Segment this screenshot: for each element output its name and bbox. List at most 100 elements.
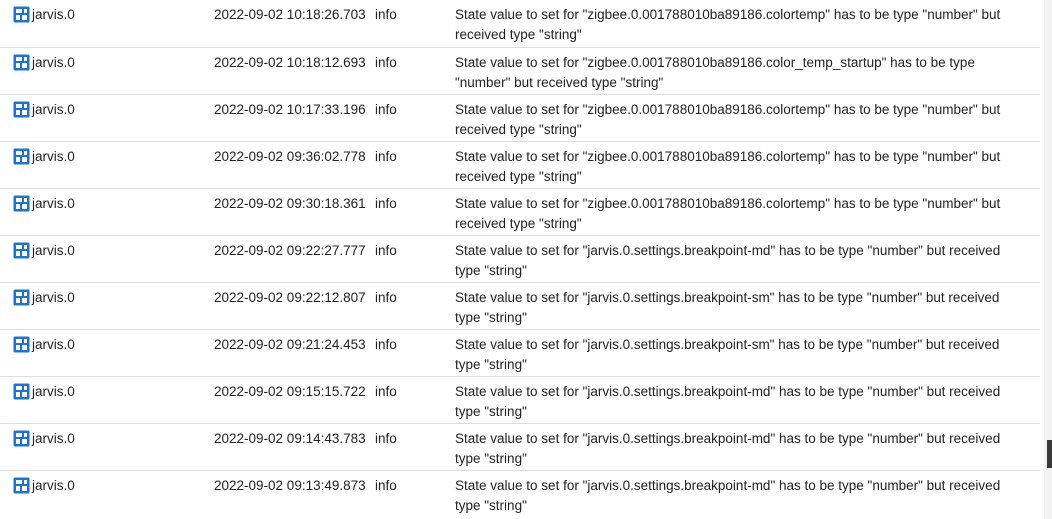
log-row[interactable]: jarvis.0 2022-09-02 09:36:02.778 info State…: [0, 141, 1040, 189]
adapter-icon: [13, 336, 30, 353]
log-table: jarvis.0 2022-09-02 10:18:26.703 info State…: [0, 0, 1040, 517]
log-timestamp-cell: 2022-09-02 10:18:26.703: [200, 0, 375, 48]
log-timestamp-cell: 2022-09-02 09:30:18.361: [200, 188, 375, 236]
log-source-cell: jarvis.0: [0, 0, 200, 48]
log-severity-cell: info: [375, 0, 455, 48]
log-row[interactable]: jarvis.0 2022-09-02 09:13:49.873 info State…: [0, 470, 1040, 517]
log-message: State value to set for "jarvis.0.setting…: [455, 242, 1001, 278]
log-message: State value to set for "zigbee.0.0017880…: [455, 7, 1001, 42]
log-severity: info: [375, 477, 397, 493]
log-severity-cell: info: [375, 141, 455, 189]
log-message-cell: State value to set for "jarvis.0.setting…: [455, 329, 1040, 377]
log-timestamp: 2022-09-02 09:21:24.453: [214, 336, 366, 352]
log-row[interactable]: jarvis.0 2022-09-02 09:21:24.453 info State…: [0, 329, 1040, 377]
log-severity: info: [375, 383, 397, 399]
log-source: jarvis.0: [32, 101, 75, 117]
log-severity-cell: info: [375, 329, 455, 377]
log-severity: info: [375, 101, 397, 117]
adapter-icon: [13, 101, 30, 118]
log-severity: info: [375, 289, 397, 305]
log-row[interactable]: jarvis.0 2022-09-02 10:18:12.693 info State…: [0, 47, 1040, 95]
log-severity-cell: info: [375, 235, 455, 283]
log-severity: info: [375, 7, 397, 22]
log-row[interactable]: jarvis.0 2022-09-02 09:30:18.361 info State…: [0, 188, 1040, 236]
log-severity: info: [375, 54, 397, 70]
adapter-icon: [13, 289, 30, 306]
adapter-icon: [13, 383, 30, 400]
log-source-cell: jarvis.0: [0, 282, 200, 330]
log-timestamp-cell: 2022-09-02 10:18:12.693: [200, 47, 375, 95]
log-message: State value to set for "zigbee.0.0017880…: [455, 101, 1001, 137]
log-source: jarvis.0: [32, 54, 75, 70]
log-timestamp-cell: 2022-09-02 09:21:24.453: [200, 329, 375, 377]
log-timestamp: 2022-09-02 09:22:27.777: [214, 242, 366, 258]
log-timestamp-cell: 2022-09-02 09:22:27.777: [200, 235, 375, 283]
adapter-icon: [13, 242, 30, 259]
log-message-cell: State value to set for "zigbee.0.0017880…: [455, 47, 1040, 95]
adapter-icon: [13, 6, 30, 23]
log-severity-cell: info: [375, 282, 455, 330]
log-message-cell: State value to set for "zigbee.0.0017880…: [455, 94, 1040, 142]
log-message-cell: State value to set for "jarvis.0.setting…: [455, 470, 1040, 517]
log-timestamp: 2022-09-02 09:15:15.722: [214, 383, 366, 399]
log-timestamp: 2022-09-02 09:30:18.361: [214, 195, 366, 211]
log-source: jarvis.0: [32, 148, 75, 164]
scrollbar-edge-mark: [1047, 440, 1052, 468]
log-message-cell: State value to set for "jarvis.0.setting…: [455, 282, 1040, 330]
adapter-icon: [13, 430, 30, 447]
log-severity-cell: info: [375, 188, 455, 236]
log-source-cell: jarvis.0: [0, 94, 200, 142]
log-source: jarvis.0: [32, 477, 75, 493]
log-message-cell: State value to set for "jarvis.0.setting…: [455, 376, 1040, 424]
log-source-cell: jarvis.0: [0, 329, 200, 377]
log-source-cell: jarvis.0: [0, 141, 200, 189]
log-row[interactable]: jarvis.0 2022-09-02 09:22:12.807 info State…: [0, 282, 1040, 330]
log-source: jarvis.0: [32, 336, 75, 352]
log-message-cell: State value to set for "zigbee.0.0017880…: [455, 0, 1040, 48]
log-message-cell: State value to set for "jarvis.0.setting…: [455, 235, 1040, 283]
log-row[interactable]: jarvis.0 2022-09-02 09:14:43.783 info State…: [0, 423, 1040, 471]
log-severity: info: [375, 195, 397, 211]
log-severity-cell: info: [375, 423, 455, 471]
log-timestamp: 2022-09-02 09:14:43.783: [214, 430, 366, 446]
log-severity-cell: info: [375, 47, 455, 95]
log-message-cell: State value to set for "jarvis.0.setting…: [455, 423, 1040, 471]
log-source-cell: jarvis.0: [0, 47, 200, 95]
log-source-cell: jarvis.0: [0, 376, 200, 424]
log-timestamp: 2022-09-02 10:17:33.196: [214, 101, 366, 117]
log-message: State value to set for "zigbee.0.0017880…: [455, 148, 1001, 184]
log-source: jarvis.0: [32, 242, 75, 258]
log-source-cell: jarvis.0: [0, 235, 200, 283]
log-timestamp-cell: 2022-09-02 09:14:43.783: [200, 423, 375, 471]
adapter-icon: [13, 54, 30, 71]
log-row[interactable]: jarvis.0 2022-09-02 09:15:15.722 info State…: [0, 376, 1040, 424]
log-timestamp-cell: 2022-09-02 09:36:02.778: [200, 141, 375, 189]
log-message: State value to set for "zigbee.0.0017880…: [455, 195, 1001, 231]
log-message: State value to set for "jarvis.0.setting…: [455, 289, 1000, 325]
log-row[interactable]: jarvis.0 2022-09-02 10:17:33.196 info State…: [0, 94, 1040, 142]
log-message: State value to set for "jarvis.0.setting…: [455, 336, 1000, 372]
log-severity: info: [375, 242, 397, 258]
log-source-cell: jarvis.0: [0, 423, 200, 471]
adapter-icon: [13, 195, 30, 212]
log-severity: info: [375, 148, 397, 164]
log-row[interactable]: jarvis.0 2022-09-02 09:22:27.777 info State…: [0, 235, 1040, 283]
log-source: jarvis.0: [32, 383, 75, 399]
log-timestamp: 2022-09-02 10:18:26.703: [214, 7, 366, 22]
log-timestamp-cell: 2022-09-02 09:15:15.722: [200, 376, 375, 424]
adapter-icon: [13, 477, 30, 494]
log-source-cell: jarvis.0: [0, 470, 200, 517]
log-message-cell: State value to set for "zigbee.0.0017880…: [455, 141, 1040, 189]
log-source: jarvis.0: [32, 195, 75, 211]
log-timestamp-cell: 2022-09-02 09:13:49.873: [200, 470, 375, 517]
log-message-cell: State value to set for "zigbee.0.0017880…: [455, 188, 1040, 236]
log-timestamp: 2022-09-02 09:36:02.778: [214, 148, 366, 164]
log-timestamp: 2022-09-02 10:18:12.693: [214, 54, 366, 70]
log-message: State value to set for "jarvis.0.setting…: [455, 477, 1001, 513]
log-message: State value to set for "jarvis.0.setting…: [455, 383, 1001, 419]
log-severity-cell: info: [375, 94, 455, 142]
log-severity: info: [375, 430, 397, 446]
log-timestamp-cell: 2022-09-02 10:17:33.196: [200, 94, 375, 142]
log-row[interactable]: jarvis.0 2022-09-02 10:18:26.703 info State…: [0, 0, 1040, 48]
log-severity-cell: info: [375, 376, 455, 424]
